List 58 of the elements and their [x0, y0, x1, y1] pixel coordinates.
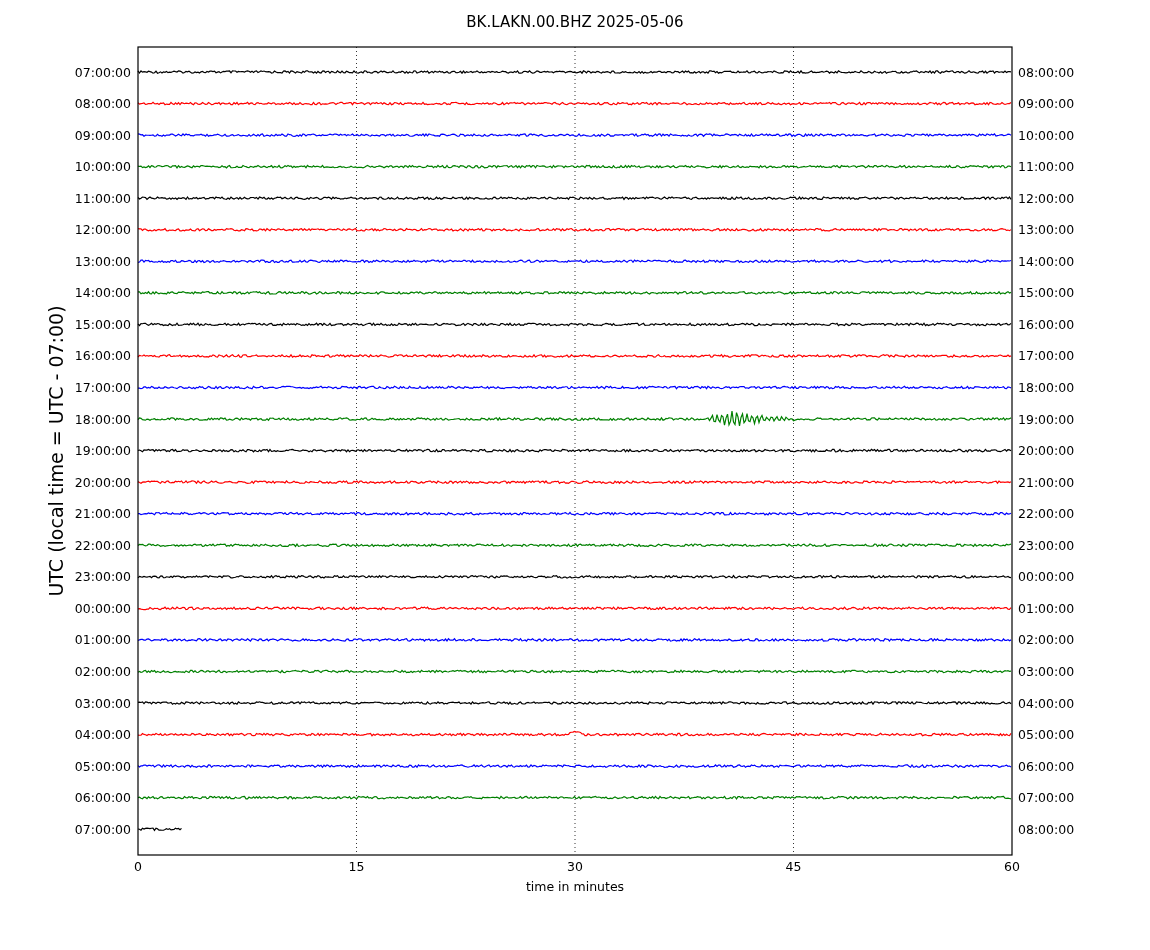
time-label: 07:00:00 — [1018, 790, 1075, 806]
time-label: 12:00:00 — [74, 222, 131, 238]
time-label: 18:00:00 — [74, 411, 131, 427]
time-label: 05:00:00 — [1018, 727, 1075, 743]
time-label: 23:00:00 — [1018, 537, 1075, 553]
time-label: 01:00:00 — [1018, 600, 1075, 616]
time-label: 07:00:00 — [74, 64, 131, 80]
time-label: 02:00:00 — [74, 663, 131, 679]
time-label: 06:00:00 — [74, 790, 131, 806]
tick-label: 15 — [348, 859, 365, 874]
time-label: 23:00:00 — [74, 569, 131, 585]
tick-label: 45 — [785, 859, 802, 874]
time-label: 20:00:00 — [1018, 443, 1075, 459]
axis-label: time in minutes — [525, 879, 625, 894]
time-label: 01:00:00 — [74, 632, 131, 648]
tick-label: 30 — [567, 859, 583, 874]
time-label: 09:00:00 — [74, 127, 131, 143]
time-label: 16:00:00 — [1018, 316, 1075, 332]
time-label: 12:00:00 — [1018, 190, 1075, 206]
time-label: 06:00:00 — [1018, 758, 1075, 774]
time-label: 11:00:00 — [1018, 159, 1075, 175]
time-label: 04:00:00 — [74, 727, 131, 743]
time-label: 17:00:00 — [1018, 348, 1075, 364]
time-label: 13:00:00 — [74, 253, 131, 269]
time-label: 14:00:00 — [1018, 253, 1075, 269]
time-label: 21:00:00 — [74, 506, 131, 522]
time-label: 17:00:00 — [74, 380, 131, 395]
tick-label: 60 — [1004, 859, 1020, 874]
time-label: 15:00:00 — [74, 316, 131, 332]
time-label: 22:00:00 — [74, 537, 131, 553]
time-label: 07:00:00 — [74, 821, 131, 837]
time-label: 05:00:00 — [74, 758, 131, 774]
plot-title: BK.LAKN.00.BHZ 2025-05-06 — [466, 13, 684, 31]
time-label: 03:00:00 — [74, 695, 131, 711]
time-label: 13:00:00 — [1018, 222, 1075, 238]
time-label: 03:00:00 — [1018, 663, 1075, 679]
time-label: 10:00:00 — [74, 159, 131, 175]
time-label: 08:00:00 — [74, 96, 131, 112]
time-label: 11:00:00 — [74, 190, 131, 206]
tick-label: 0 — [134, 859, 142, 874]
time-label: 20:00:00 — [74, 474, 131, 490]
time-label: 00:00:00 — [74, 600, 131, 616]
time-label: 10:00:00 — [1018, 127, 1075, 143]
time-label: 04:00:00 — [1018, 695, 1075, 711]
time-label: 22:00:00 — [1018, 506, 1075, 522]
time-label: 02:00:00 — [1018, 632, 1075, 648]
time-label: 18:00:00 — [1018, 380, 1075, 395]
time-label: 21:00:00 — [1018, 474, 1075, 490]
time-label: 00:00:00 — [1018, 569, 1075, 585]
time-label: 15:00:00 — [1018, 285, 1075, 301]
time-label: 14:00:00 — [74, 285, 131, 301]
time-label: 19:00:00 — [1018, 411, 1075, 427]
time-label: 19:00:00 — [74, 443, 131, 459]
time-label: 16:00:00 — [74, 348, 131, 364]
time-label: 08:00:00 — [1018, 64, 1075, 80]
time-label: 09:00:00 — [1018, 96, 1075, 112]
axis-label: UTC (local time = UTC - 07:00) — [45, 305, 67, 597]
time-label: 08:00:00 — [1018, 821, 1075, 837]
